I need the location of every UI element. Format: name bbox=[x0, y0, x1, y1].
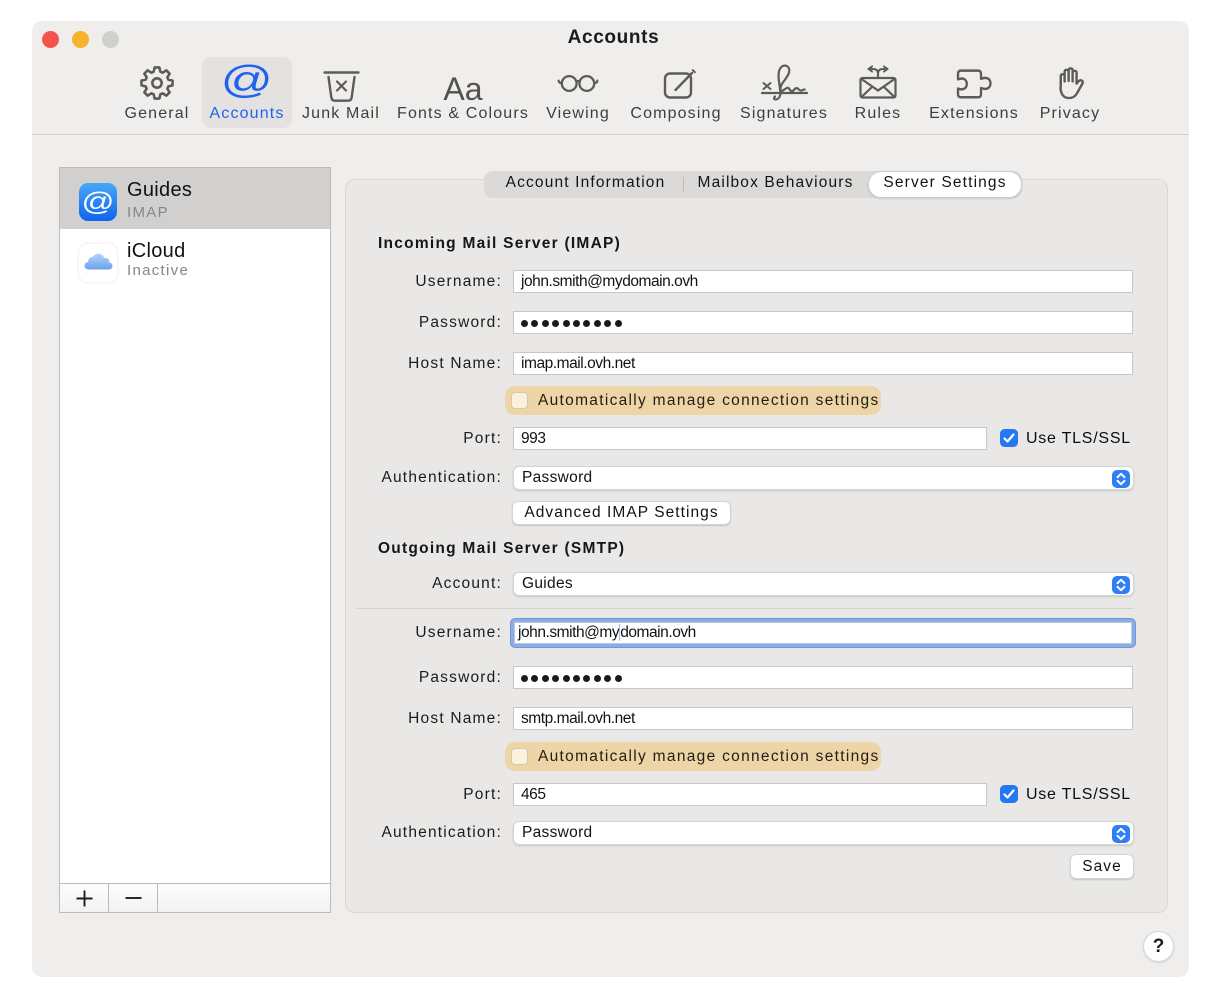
svg-text:@: @ bbox=[82, 188, 115, 217]
